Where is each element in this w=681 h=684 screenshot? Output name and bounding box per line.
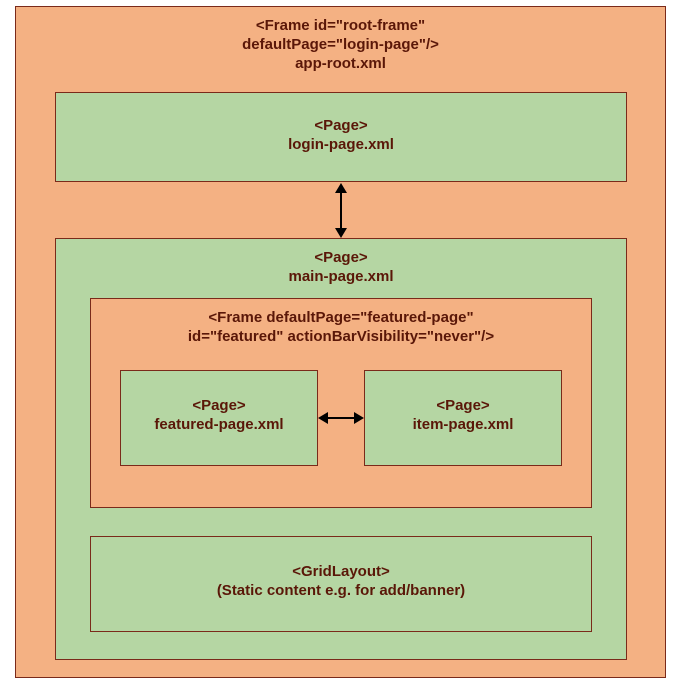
item-page-box: <Page> item-page.xml (364, 370, 562, 466)
main-page-label: <Page> main-page.xml (56, 249, 626, 287)
featured-frame-label: <Frame defaultPage="featured-page" id="f… (91, 309, 591, 347)
root-frame-label-l3: app-root.xml (295, 55, 386, 72)
nav-arrow-vertical (340, 190, 342, 230)
root-frame-label-l2: defaultPage="login-page"/> (242, 36, 439, 53)
root-frame-label: <Frame id="root-frame" defaultPage="logi… (16, 17, 665, 73)
item-page-l2: item-page.xml (413, 416, 514, 433)
gridlayout-l2: (Static content e.g. for add/banner) (217, 582, 465, 599)
login-page-l2: login-page.xml (288, 136, 394, 153)
featured-page-box: <Page> featured-page.xml (120, 370, 318, 466)
login-page-l1: <Page> (314, 117, 367, 134)
featured-frame-l2: id="featured" actionBarVisibility="never… (188, 328, 494, 345)
nav-arrow-left-head (318, 412, 328, 424)
item-page-label: <Page> item-page.xml (365, 397, 561, 435)
gridlayout-label: <GridLayout> (Static content e.g. for ad… (91, 563, 591, 601)
main-page-l2: main-page.xml (288, 268, 393, 285)
nav-arrow-right-head (354, 412, 364, 424)
gridlayout-l1: <GridLayout> (292, 563, 390, 580)
featured-page-l1: <Page> (192, 397, 245, 414)
featured-frame-l1: <Frame defaultPage="featured-page" (208, 309, 473, 326)
login-page-box: <Page> login-page.xml (55, 92, 627, 182)
root-frame-label-l1: <Frame id="root-frame" (256, 17, 425, 34)
item-page-l1: <Page> (436, 397, 489, 414)
featured-page-l2: featured-page.xml (154, 416, 283, 433)
featured-page-label: <Page> featured-page.xml (121, 397, 317, 435)
nav-arrow-up-head (335, 183, 347, 193)
nav-arrow-horizontal (326, 417, 356, 419)
nav-arrow-down-head (335, 228, 347, 238)
main-page-l1: <Page> (314, 249, 367, 266)
gridlayout-box: <GridLayout> (Static content e.g. for ad… (90, 536, 592, 632)
login-page-label: <Page> login-page.xml (56, 117, 626, 155)
